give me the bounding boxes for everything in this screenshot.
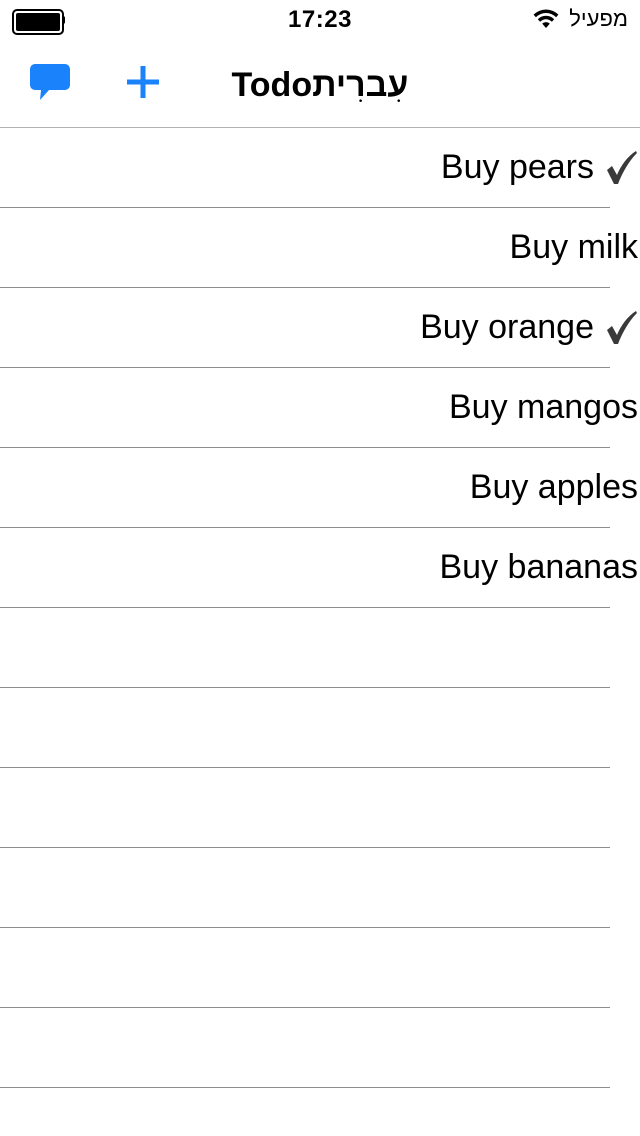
status-bar: 17:23 מפעיל [0, 0, 640, 40]
todo-label: Buy milk [509, 228, 638, 266]
todo-row-content: Buy pears [441, 128, 638, 207]
todo-label: Buy pears [440, 148, 594, 186]
checkmark-icon [607, 150, 637, 184]
empty-row [0, 1008, 640, 1088]
page-title: Todoעִברִית [231, 66, 409, 104]
empty-row [0, 688, 640, 768]
wifi-icon [533, 9, 559, 28]
todo-label: Buy apples [469, 468, 638, 506]
todo-row[interactable]: Buy bananas [0, 528, 640, 608]
empty-row [0, 608, 640, 688]
empty-row [0, 848, 640, 928]
status-right: מפעיל [533, 6, 628, 32]
todo-label: Buy orange [420, 308, 594, 346]
todo-row-content: Buy bananas [440, 528, 639, 607]
todo-row-content: Buy apples [470, 448, 638, 527]
todo-row-content: Buy milk [510, 208, 638, 287]
todo-row-content: Buy orange [420, 288, 638, 367]
empty-row [0, 768, 640, 848]
checkmark-icon [607, 310, 637, 344]
todo-row[interactable]: Buy mangos [0, 368, 640, 448]
empty-row [0, 928, 640, 1008]
row-separator [0, 1087, 610, 1088]
navigation-bar: Todoעִברִית [0, 40, 640, 128]
todo-label: Buy mangos [449, 388, 638, 426]
todo-row[interactable]: Buy pears [0, 128, 640, 208]
todo-label: Buy bananas [439, 548, 639, 586]
carrier-name: מפעיל [569, 6, 628, 31]
todo-row[interactable]: Buy apples [0, 448, 640, 528]
todo-list: Buy pears Buy milk Buy orange Buy mangos Buy… [0, 128, 640, 1088]
todo-row-content: Buy mangos [449, 368, 638, 447]
todo-row[interactable]: Buy orange [0, 288, 640, 368]
todo-row[interactable]: Buy milk [0, 208, 640, 288]
